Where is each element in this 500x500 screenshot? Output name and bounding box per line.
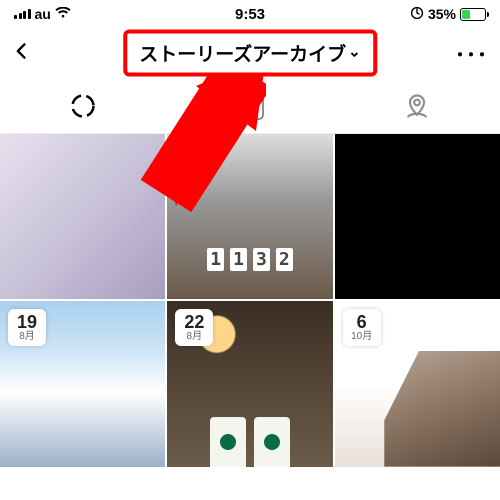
archive-item[interactable]: 19 8月 xyxy=(0,301,165,466)
date-badge: 6 10月 xyxy=(343,309,381,346)
counter-digit: 3 xyxy=(253,248,270,271)
status-right: 35% xyxy=(410,6,486,23)
date-badge: 22 8月 xyxy=(175,309,213,346)
date-month: 8月 xyxy=(183,331,205,343)
calendar-tab[interactable]: 28 xyxy=(234,90,266,122)
archive-item[interactable]: 1 1 3 2 xyxy=(167,134,332,299)
story-ring-icon xyxy=(69,92,97,120)
calendar-icon: 28 xyxy=(236,92,264,120)
more-button[interactable]: ･･･ xyxy=(455,39,488,68)
cup-graphic xyxy=(254,417,290,467)
archive-dropdown[interactable]: ストーリーズアーカイブ ⌄ xyxy=(123,30,377,77)
date-day: 22 xyxy=(183,313,205,331)
date-month: 10月 xyxy=(351,331,373,343)
wifi-icon xyxy=(55,6,71,22)
battery-pct: 35% xyxy=(428,6,456,22)
date-month: 8月 xyxy=(16,331,38,343)
counter-digit: 1 xyxy=(207,248,224,271)
back-button[interactable] xyxy=(12,41,32,66)
map-tab[interactable] xyxy=(401,90,433,122)
nav-title-label: ストーリーズアーカイブ xyxy=(139,40,346,67)
counter-digit: 1 xyxy=(230,248,247,271)
signal-icon xyxy=(14,9,31,19)
clock: 9:53 xyxy=(235,6,265,23)
battery-icon xyxy=(460,8,486,21)
map-pin-icon xyxy=(403,92,431,120)
cup-graphic xyxy=(210,417,246,467)
status-left: au xyxy=(14,6,71,22)
date-badge: 19 8月 xyxy=(8,309,46,346)
archive-item[interactable] xyxy=(335,134,500,299)
nav-bar: ストーリーズアーカイブ ⌄ ･･･ xyxy=(0,28,500,78)
chevron-down-icon: ⌄ xyxy=(348,42,361,60)
carrier-label: au xyxy=(35,6,51,22)
status-bar: au 9:53 35% xyxy=(0,0,500,28)
archive-item[interactable] xyxy=(0,134,165,299)
counter-digit: 2 xyxy=(276,248,293,271)
stories-ring-tab[interactable] xyxy=(67,90,99,122)
view-toolbar: 28 xyxy=(0,78,500,134)
date-day: 19 xyxy=(16,313,38,331)
archive-grid: 1 1 3 2 19 8月 22 8月 6 10月 xyxy=(0,134,500,467)
rotation-lock-icon xyxy=(410,6,424,23)
archive-item[interactable]: 22 8月 xyxy=(167,301,332,466)
date-day: 6 xyxy=(351,313,373,331)
archive-item[interactable]: 6 10月 xyxy=(335,301,500,466)
